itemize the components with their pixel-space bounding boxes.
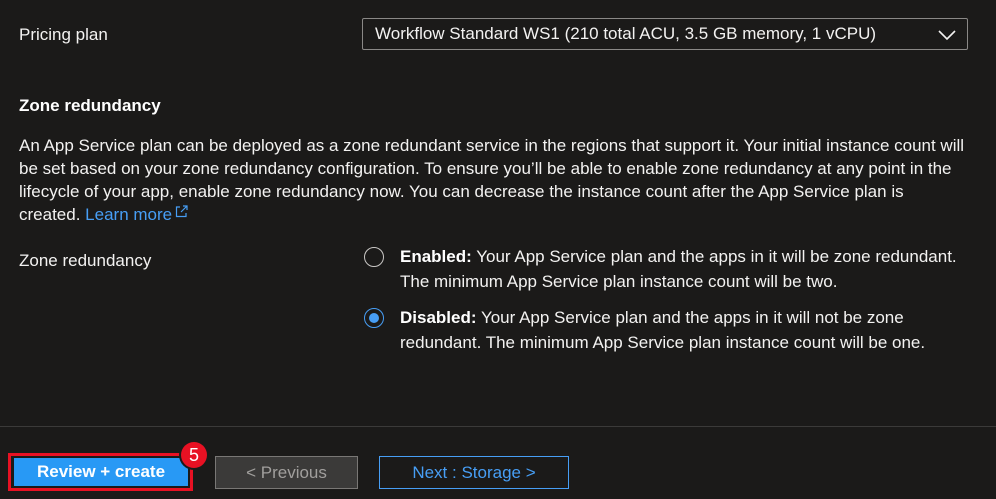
radio-enabled-description: Your App Service plan and the apps in it… xyxy=(400,247,957,291)
pricing-plan-label: Pricing plan xyxy=(19,25,108,44)
zone-redundancy-field-label: Zone redundancy xyxy=(19,251,152,270)
step-badge: 5 xyxy=(181,442,207,468)
radio-disabled[interactable] xyxy=(364,308,384,328)
next-storage-button[interactable]: Next : Storage > xyxy=(379,456,569,489)
review-create-button[interactable]: Review + create xyxy=(14,458,188,486)
previous-button[interactable]: < Previous xyxy=(215,456,358,489)
pricing-plan-selected-value: Workflow Standard WS1 (210 total ACU, 3.… xyxy=(375,24,877,43)
pricing-plan-dropdown[interactable]: Workflow Standard WS1 (210 total ACU, 3.… xyxy=(362,18,968,50)
radio-disabled-text: Disabled: Your App Service plan and the … xyxy=(400,305,960,355)
zone-redundancy-heading: Zone redundancy xyxy=(19,96,161,115)
radio-enabled-title: Enabled: xyxy=(400,247,472,266)
radio-disabled-description: Your App Service plan and the apps in it… xyxy=(400,308,926,352)
learn-more-label: Learn more xyxy=(85,205,173,224)
radio-enabled[interactable] xyxy=(364,247,384,267)
radio-option-enabled[interactable]: Enabled: Your App Service plan and the a… xyxy=(364,244,964,294)
chevron-down-icon xyxy=(938,30,956,41)
external-link-icon xyxy=(176,205,188,218)
footer-divider xyxy=(0,426,996,427)
radio-enabled-text: Enabled: Your App Service plan and the a… xyxy=(400,244,960,294)
create-logic-app-page: Pricing plan Workflow Standard WS1 (210 … xyxy=(0,0,996,499)
radio-disabled-title: Disabled: xyxy=(400,308,477,327)
zone-redundancy-description: An App Service plan can be deployed as a… xyxy=(19,134,969,226)
radio-option-disabled[interactable]: Disabled: Your App Service plan and the … xyxy=(364,305,964,355)
learn-more-link[interactable]: Learn more xyxy=(85,205,188,224)
